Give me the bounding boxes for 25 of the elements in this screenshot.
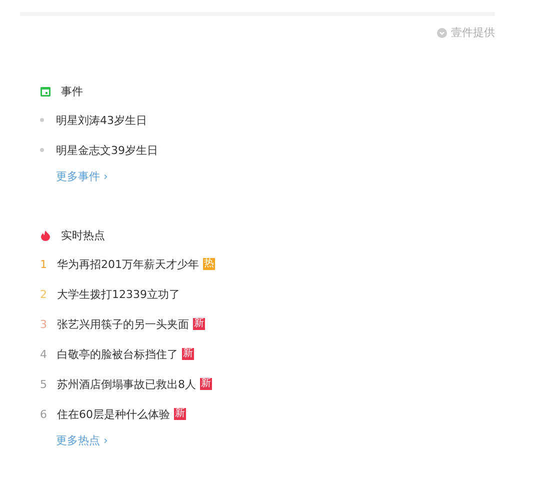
provider-icon (437, 28, 447, 38)
hot-topic-link[interactable]: 张艺兴用筷子的另一头夹面 (57, 316, 189, 332)
hot-topic-link[interactable]: 大学生拨打12339立功了 (57, 286, 180, 302)
hot-topic-link[interactable]: 苏州酒店倒塌事故已救出8人 (57, 376, 196, 392)
section-title: 实时热点 (61, 228, 105, 243)
event-item[interactable]: 明星刘涛43岁生日 (56, 112, 147, 128)
hot-badge: 热 (203, 258, 215, 270)
new-badge: 新 (174, 408, 186, 420)
flame-icon (40, 230, 51, 241)
rank-number: 4 (40, 348, 48, 360)
rank-number: 1 (40, 258, 48, 270)
hot-topic-link[interactable]: 白敬亭的脸被台标挡住了 (57, 346, 178, 362)
rank-number: 6 (40, 408, 48, 420)
hot-topic-link[interactable]: 住在60层是种什么体验 (57, 406, 170, 422)
section-title: 事件 (61, 84, 83, 99)
calendar-icon (40, 86, 51, 97)
rank-number: 2 (40, 288, 48, 300)
rank-number: 5 (40, 378, 48, 390)
new-badge: 新 (193, 318, 205, 330)
new-badge: 新 (182, 348, 194, 360)
new-badge: 新 (200, 378, 212, 390)
provider-text: 壹件提供 (451, 25, 495, 40)
event-item[interactable]: 明星金志文39岁生日 (56, 142, 158, 158)
hot-topic-link[interactable]: 华为再招201万年薪天才少年 (57, 256, 199, 272)
rank-number: 3 (40, 318, 48, 330)
